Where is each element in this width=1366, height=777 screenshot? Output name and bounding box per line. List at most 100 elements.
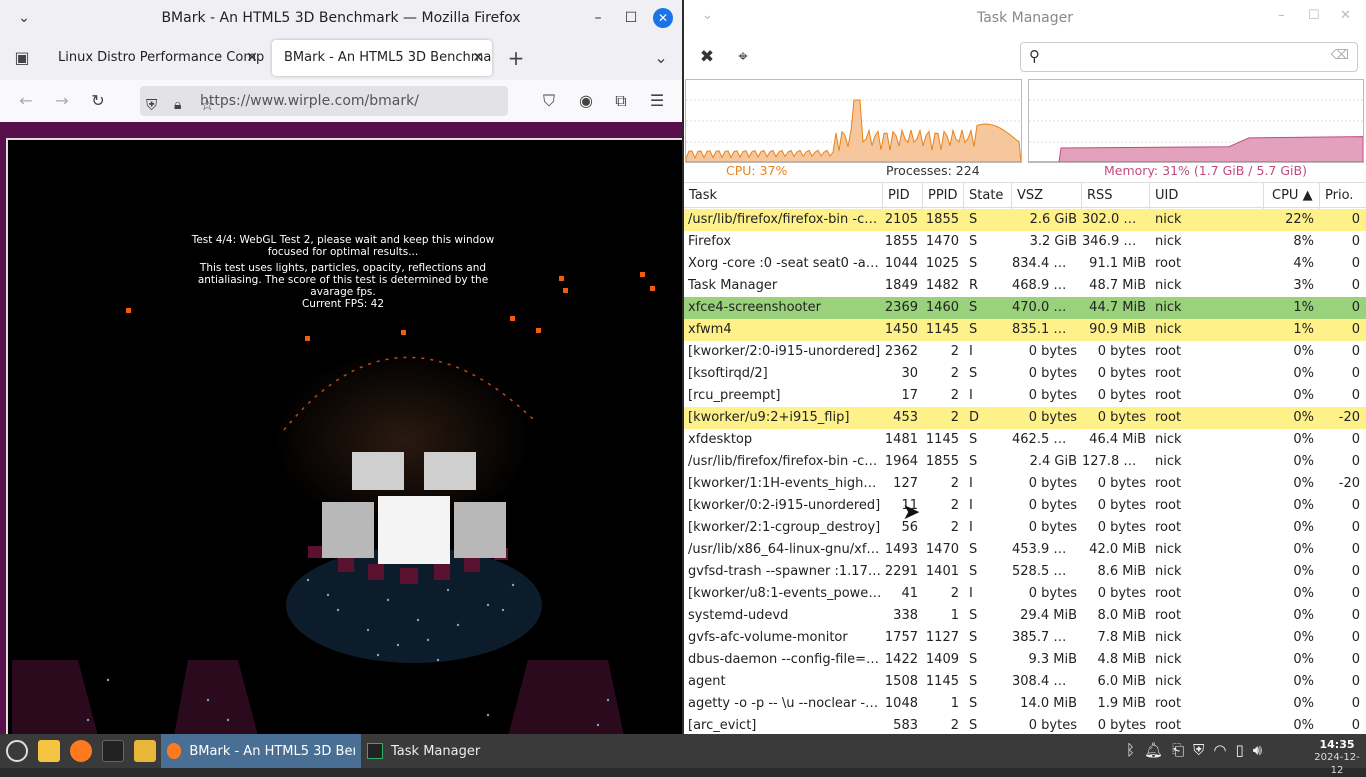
table-row[interactable]: xfce4-screenshooter 2369 1460 S 470.0 MiB 44.… bbox=[684, 297, 1366, 319]
close-button[interactable]: ✕ bbox=[653, 8, 673, 28]
table-row[interactable]: [kworker/2:1-cgroup_destroy] 56 2 I 0 bytes 0… bbox=[684, 517, 1366, 539]
firefox-launcher-icon[interactable] bbox=[70, 740, 92, 762]
tab-label: BMark - An HTML5 3D Benchma bbox=[284, 50, 492, 65]
scene-pillars bbox=[12, 660, 624, 734]
lock-icon[interactable]: 🔒︎ bbox=[174, 90, 181, 120]
folder-icon[interactable] bbox=[134, 740, 156, 762]
update-shield-icon[interactable]: ⛨ bbox=[1193, 741, 1204, 759]
column-uid[interactable]: UID bbox=[1150, 183, 1264, 209]
maximize-button[interactable]: ☐ bbox=[1308, 8, 1320, 23]
cell-state: S bbox=[969, 256, 978, 271]
cell-task: [ksoftirqd/2] bbox=[688, 366, 768, 381]
search-input[interactable]: ⚲ ⌫ bbox=[1020, 42, 1358, 72]
table-row[interactable]: [kworker/1:1H-events_highpri] 127 2 I 0 byte… bbox=[684, 473, 1366, 495]
column-pid[interactable]: PID bbox=[883, 183, 923, 209]
account-icon[interactable]: ◉ bbox=[575, 90, 597, 112]
menu-icon[interactable]: ☰ bbox=[646, 90, 668, 112]
table-row[interactable]: /usr/lib/firefox/firefox-bin -co… 1964 185… bbox=[684, 451, 1366, 473]
pocket-icon[interactable]: ⛉ bbox=[538, 90, 560, 112]
table-row[interactable]: agetty -o -p -- \u --noclear - linux 1048… bbox=[684, 693, 1366, 715]
table-row[interactable]: /usr/lib/x86_64-linux-gnu/xf… 1493 1470 S 45… bbox=[684, 539, 1366, 561]
reload-button[interactable]: ↻ bbox=[87, 90, 109, 112]
cell-ppid: 1 bbox=[950, 608, 959, 623]
minimize-button[interactable]: – bbox=[1278, 8, 1285, 23]
cell-uid: nick bbox=[1155, 212, 1182, 227]
close-button[interactable]: ✕ bbox=[1340, 8, 1351, 23]
table-row[interactable]: [kworker/u9:2+i915_flip] 453 2 D 0 bytes 0 by… bbox=[684, 407, 1366, 429]
app-menu-icon[interactable] bbox=[6, 740, 28, 762]
minimize-button[interactable]: – bbox=[588, 8, 608, 28]
column-cpu[interactable]: CPU ▲ bbox=[1264, 183, 1320, 209]
shield-icon[interactable]: ⛨ bbox=[146, 90, 157, 120]
firefox-view-icon[interactable]: ▣ bbox=[11, 47, 33, 69]
window-title: BMark - An HTML5 3D Benchmark — Mozilla … bbox=[161, 10, 521, 26]
cell-prio: 0 bbox=[1351, 454, 1360, 469]
new-tab-button[interactable]: + bbox=[505, 47, 527, 69]
table-row[interactable]: [kworker/2:0-i915-unordered] 2362 2 I 0 byte… bbox=[684, 341, 1366, 363]
firefox-titlebar[interactable]: ⌄ BMark - An HTML5 3D Benchmark — Mozill… bbox=[0, 0, 682, 36]
cell-state: S bbox=[969, 696, 978, 711]
orange-particle bbox=[126, 308, 131, 313]
settings-tools-icon[interactable]: ✖ bbox=[696, 46, 718, 68]
table-row[interactable]: [kworker/0:2-i915-unordered] 11 2 I 0 bytes 0… bbox=[684, 495, 1366, 517]
list-tabs-chevron-icon[interactable]: ⌄ bbox=[650, 47, 672, 69]
column-vsz[interactable]: VSZ bbox=[1012, 183, 1082, 209]
table-row[interactable]: dbus-daemon --config-file=/u… 1422 1409 S 9.… bbox=[684, 649, 1366, 671]
table-row[interactable]: [ksoftirqd/2] 30 2 S 0 bytes 0 bytes root 0% 0 bbox=[684, 363, 1366, 385]
bluetooth-icon[interactable]: ᛒ bbox=[1126, 741, 1135, 759]
table-row[interactable]: [arc_evict] 583 2 S 0 bytes 0 bytes root 0% 0 bbox=[684, 715, 1366, 734]
table-row[interactable]: [rcu_preempt] 17 2 I 0 bytes 0 bytes root 0% 0 bbox=[684, 385, 1366, 407]
cell-state: S bbox=[969, 212, 978, 227]
column-prio[interactable]: Prio. bbox=[1320, 183, 1366, 209]
volume-icon[interactable]: 🔊︎ bbox=[1253, 741, 1262, 759]
column-state[interactable]: State bbox=[964, 183, 1012, 209]
clear-search-icon[interactable]: ⌫ bbox=[1331, 48, 1349, 63]
column-ppid[interactable]: PPID bbox=[923, 183, 964, 209]
back-button[interactable]: ← bbox=[15, 90, 37, 112]
terminal-icon[interactable] bbox=[102, 740, 124, 762]
tab-bmark[interactable]: BMark - An HTML5 3D Benchma ✕ bbox=[272, 40, 492, 76]
table-row[interactable]: gvfsd-trash --spawner :1.17 /… 2291 1401 S 5… bbox=[684, 561, 1366, 583]
cell-prio: 0 bbox=[1351, 696, 1360, 711]
wifi-icon[interactable]: ◠ bbox=[1213, 741, 1226, 759]
maximize-button[interactable]: ☐ bbox=[621, 8, 641, 28]
table-row[interactable]: xfwm4 1450 1145 S 835.1 MiB 90.9 MiB nick 1% 0 bbox=[684, 319, 1366, 341]
target-crosshair-icon[interactable]: ⌖ bbox=[732, 46, 754, 68]
close-tab-icon[interactable]: ✕ bbox=[472, 40, 484, 76]
window-menu-chevron-icon[interactable]: ⌄ bbox=[702, 8, 713, 23]
table-row[interactable]: systemd-udevd 338 1 S 29.4 MiB 8.0 MiB root 0% 0 bbox=[684, 605, 1366, 627]
column-rss[interactable]: RSS bbox=[1082, 183, 1150, 209]
table-row[interactable]: Xorg -core :0 -seat seat0 -aut… 1044 1025 S… bbox=[684, 253, 1366, 275]
window-menu-chevron-icon[interactable]: ⌄ bbox=[14, 8, 34, 28]
cell-cpu: 0% bbox=[1293, 432, 1314, 447]
clipboard-icon[interactable]: ⎗ bbox=[1172, 741, 1184, 759]
cell-rss: 4.8 MiB bbox=[1097, 652, 1146, 667]
cell-rss: 302.0 MiB bbox=[1082, 212, 1146, 227]
url-bar[interactable]: ⛨ 🔒︎ https://www.wirple.com/bmark/ ☆ bbox=[140, 86, 508, 116]
cell-pid: 1508 bbox=[884, 674, 918, 689]
table-row[interactable]: /usr/lib/firefox/firefox-bin -co… 2105 185… bbox=[684, 209, 1366, 231]
file-manager-icon[interactable] bbox=[38, 740, 60, 762]
battery-icon[interactable]: ▯ bbox=[1235, 741, 1243, 759]
cell-uid: root bbox=[1155, 718, 1182, 733]
table-row[interactable]: Firefox 1855 1470 S 3.2 GiB 346.9 MiB nick 8% 0 bbox=[684, 231, 1366, 253]
cell-cpu: 0% bbox=[1293, 388, 1314, 403]
clock[interactable]: 14:35 2024-12-12 bbox=[1312, 738, 1362, 777]
table-row[interactable]: agent 1508 1145 S 308.4 MiB 6.0 MiB nick 0% 0 bbox=[684, 671, 1366, 693]
notification-bell-icon[interactable]: 🔔︎ bbox=[1144, 741, 1163, 759]
table-row[interactable]: gvfs-afc-volume-monitor 1757 1127 S 385.7 Mi… bbox=[684, 627, 1366, 649]
bookmark-star-icon[interactable]: ☆ bbox=[200, 90, 500, 120]
table-row[interactable]: xfdesktop 1481 1145 S 462.5 MiB 46.4 MiB nick 0… bbox=[684, 429, 1366, 451]
cell-prio: 0 bbox=[1351, 520, 1360, 535]
cell-state: S bbox=[969, 542, 978, 557]
forward-button[interactable]: → bbox=[51, 90, 73, 112]
tab-linux-distro[interactable]: Linux Distro Performance Comp ✕ bbox=[46, 40, 266, 76]
taskbar-app-task-manager[interactable]: Task Manager bbox=[361, 734, 491, 768]
table-row[interactable]: [kworker/u8:1-events_power… 41 2 I 0 bytes 0 … bbox=[684, 583, 1366, 605]
table-row[interactable]: Task Manager 1849 1482 R 468.9 MiB 48.7 MiB ni… bbox=[684, 275, 1366, 297]
close-tab-icon[interactable]: ✕ bbox=[246, 40, 258, 76]
extensions-icon[interactable]: ⧉ bbox=[610, 90, 632, 112]
webgl-canvas[interactable]: Test 4/4: WebGL Test 2, please wait and … bbox=[6, 138, 682, 734]
column-task[interactable]: Task bbox=[684, 183, 883, 209]
taskbar-app-firefox[interactable]: BMark - An HTML5 3D Ben… bbox=[161, 734, 361, 768]
